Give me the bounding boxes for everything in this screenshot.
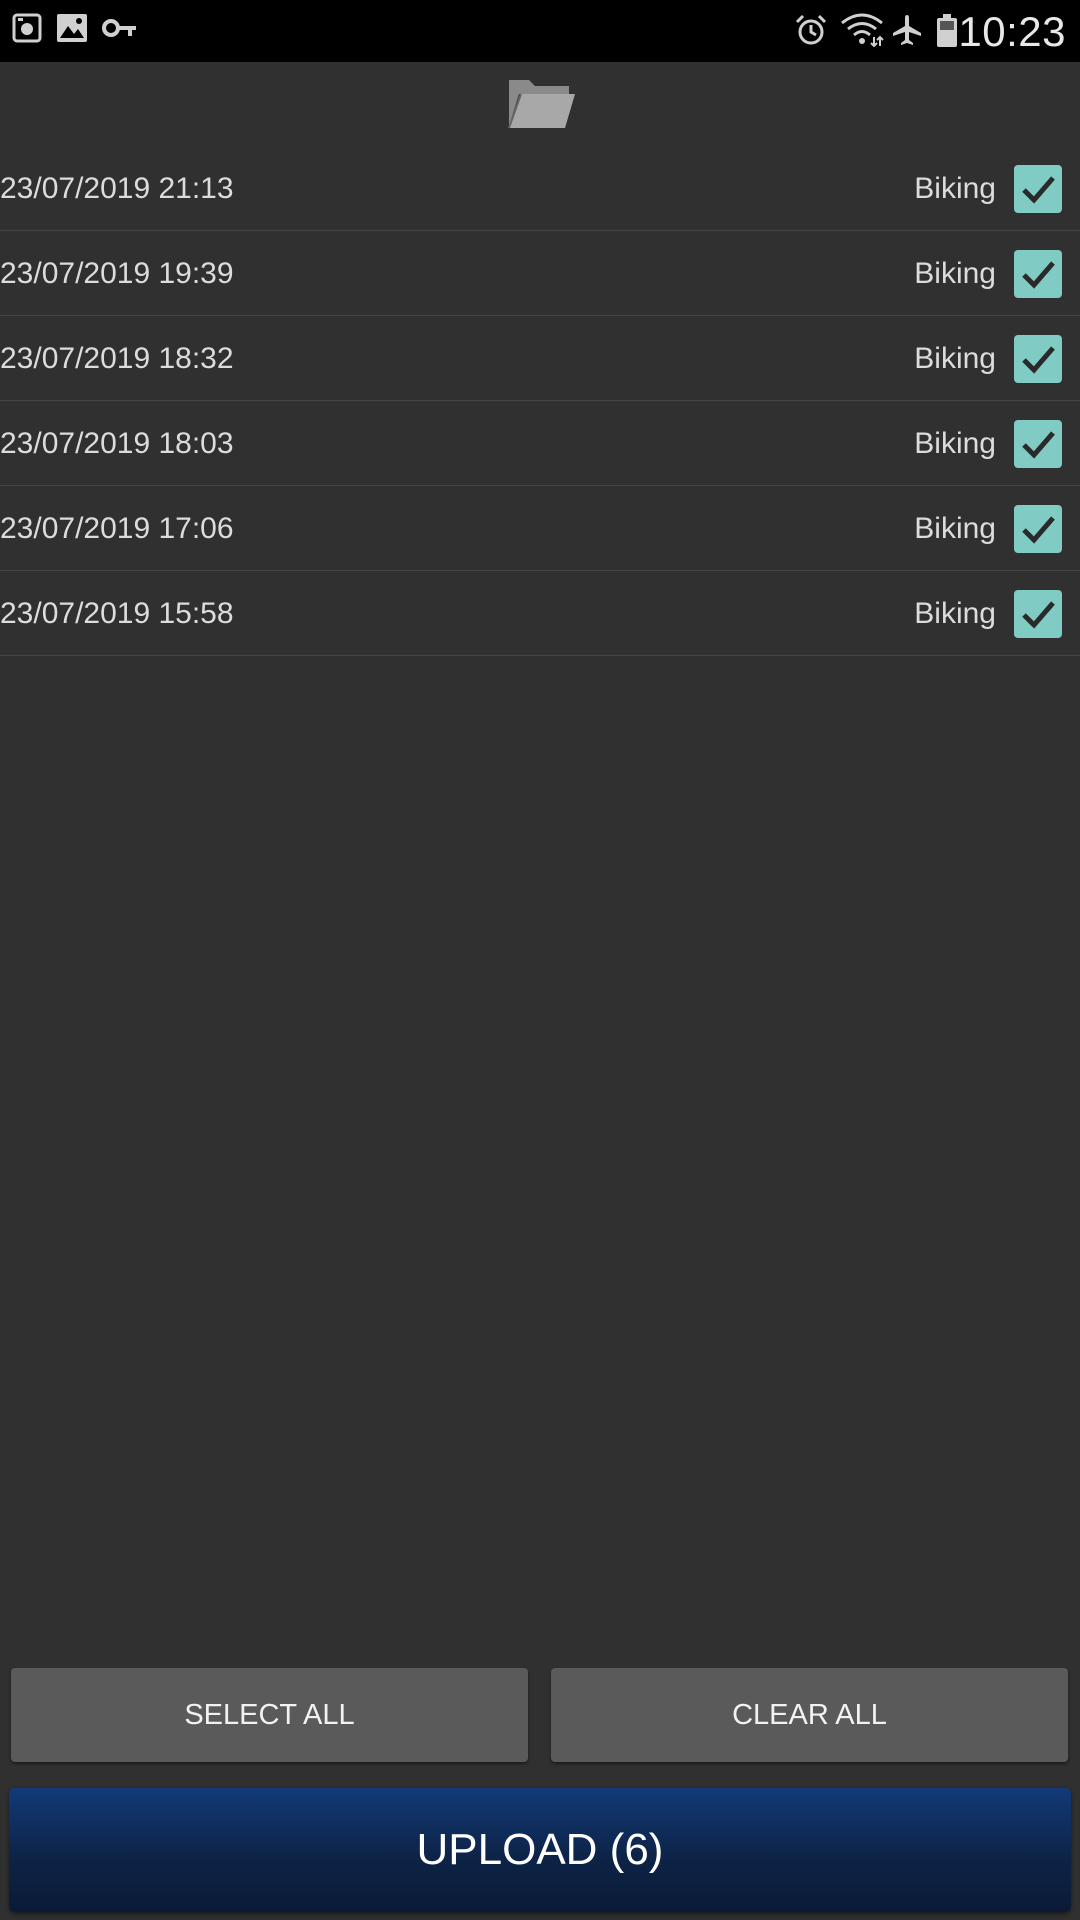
checkmark-icon <box>1022 431 1055 459</box>
upload-button[interactable]: UPLOAD (6) <box>9 1788 1071 1912</box>
wifi-icon <box>841 13 884 47</box>
list-item[interactable]: 23/07/2019 18:03 Biking <box>0 401 1080 486</box>
airplane-mode-icon <box>893 15 921 45</box>
clear-all-button[interactable]: CLEAR ALL <box>551 1668 1068 1762</box>
entry-date: 23/07/2019 18:32 <box>0 342 234 375</box>
entry-checkbox[interactable] <box>1014 505 1062 553</box>
list-item[interactable]: 23/07/2019 21:13 Biking <box>0 146 1080 231</box>
list-item[interactable]: 23/07/2019 18:32 Biking <box>0 316 1080 401</box>
entry-checkbox[interactable] <box>1014 335 1062 383</box>
entry-date: 23/07/2019 17:06 <box>0 512 234 545</box>
list-item[interactable]: 23/07/2019 17:06 Biking <box>0 486 1080 571</box>
entry-date: 23/07/2019 15:58 <box>0 597 234 630</box>
screenshot-icon <box>12 13 42 43</box>
entry-checkbox[interactable] <box>1014 250 1062 298</box>
entry-activity: Biking <box>914 597 996 630</box>
select-all-button[interactable]: SELECT ALL <box>11 1668 528 1762</box>
vpn-key-icon <box>102 19 136 37</box>
entry-checkbox[interactable] <box>1014 420 1062 468</box>
entry-activity: Biking <box>914 172 996 205</box>
entry-activity: Biking <box>914 512 996 545</box>
entry-date: 23/07/2019 19:39 <box>0 257 234 290</box>
toolbar <box>0 62 1080 146</box>
entry-activity: Biking <box>914 257 996 290</box>
checkmark-icon <box>1022 261 1055 289</box>
activity-list: 23/07/2019 21:13 Biking 23/07/2019 19:39… <box>0 146 1080 656</box>
entry-activity: Biking <box>914 342 996 375</box>
battery-icon <box>937 14 957 47</box>
entry-checkbox[interactable] <box>1014 165 1062 213</box>
checkmark-icon <box>1022 601 1055 629</box>
list-item[interactable]: 23/07/2019 19:39 Biking <box>0 231 1080 316</box>
status-bar: 10:23 <box>0 0 1080 62</box>
checkmark-icon <box>1022 516 1055 544</box>
checkmark-icon <box>1022 346 1055 374</box>
list-item[interactable]: 23/07/2019 15:58 Biking <box>0 571 1080 656</box>
folder-open-icon <box>508 80 575 129</box>
entry-date: 23/07/2019 21:13 <box>0 172 234 205</box>
status-bar-clock: 10:23 <box>958 8 1066 55</box>
entry-date: 23/07/2019 18:03 <box>0 427 234 460</box>
checkmark-icon <box>1022 176 1055 204</box>
entry-activity: Biking <box>914 427 996 460</box>
alarm-icon <box>795 14 827 45</box>
entry-checkbox[interactable] <box>1014 590 1062 638</box>
image-icon <box>57 14 87 42</box>
folder-open-button[interactable] <box>505 74 577 134</box>
